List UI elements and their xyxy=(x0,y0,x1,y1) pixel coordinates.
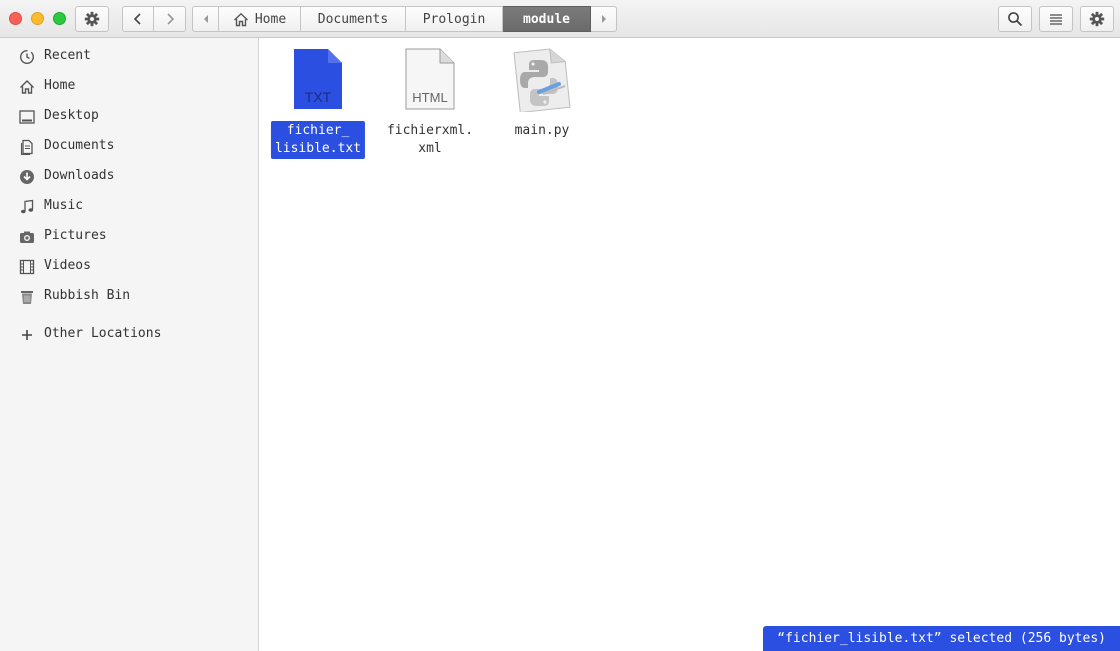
recent-icon xyxy=(19,49,35,65)
text-file-icon: TXT xyxy=(294,49,342,109)
sidebar-item-home[interactable]: Home xyxy=(0,72,258,102)
search-icon xyxy=(1008,12,1023,27)
file-item[interactable]: main.py xyxy=(492,48,592,158)
sidebar-item-label: Downloads xyxy=(44,168,115,183)
breadcrumb-module[interactable]: module xyxy=(503,6,591,32)
view-options-button[interactable] xyxy=(1039,6,1073,32)
sidebar-item-label: Documents xyxy=(44,138,115,153)
sidebar-item-label: Videos xyxy=(44,258,91,273)
film-icon xyxy=(19,259,35,275)
app-menu-button[interactable] xyxy=(75,6,109,32)
chevron-left-icon xyxy=(133,13,141,25)
sidebar-item-label: Home xyxy=(44,78,76,93)
music-icon xyxy=(21,199,34,214)
gear-icon xyxy=(84,11,100,27)
close-window-button[interactable] xyxy=(9,12,22,25)
sidebar-item-other-locations[interactable]: Other Locations xyxy=(0,320,258,350)
back-button[interactable] xyxy=(122,6,154,32)
sidebar-item-pictures[interactable]: Pictures xyxy=(0,222,258,252)
file-item[interactable]: TXT fichier_ lisible.txt xyxy=(268,48,368,159)
sidebar-item-label: Other Locations xyxy=(44,326,162,341)
camera-icon xyxy=(20,231,34,243)
sidebar-item-label: Recent xyxy=(44,48,91,63)
downloads-icon xyxy=(20,170,34,184)
sidebar-item-desktop[interactable]: Desktop xyxy=(0,102,258,132)
sidebar-item-label: Rubbish Bin xyxy=(44,288,131,303)
breadcrumb-home-label: Home xyxy=(254,11,287,27)
sidebar-item-label: Music xyxy=(44,198,84,213)
breadcrumb-prologin-label: Prologin xyxy=(422,11,486,27)
header-bar: Home Documents Prologin module xyxy=(0,0,1120,38)
trash-icon xyxy=(21,291,33,304)
plus-icon xyxy=(22,330,32,340)
file-name: fichier_ lisible.txt xyxy=(270,121,366,159)
settings-menu-button[interactable] xyxy=(1080,6,1114,32)
breadcrumb-home[interactable]: Home xyxy=(219,6,301,32)
documents-icon xyxy=(20,139,33,155)
file-name: main.py xyxy=(514,123,570,138)
triangle-right-icon xyxy=(601,15,606,23)
file-name: fichierxml. xml xyxy=(386,123,474,156)
file-type-badge: TXT xyxy=(305,89,332,105)
sidebar-item-music[interactable]: Music xyxy=(0,192,258,222)
file-view: TXT fichier_ lisible.txt HTML fichierxml… xyxy=(259,38,1120,651)
sidebar-item-rubbish-bin[interactable]: Rubbish Bin xyxy=(0,282,258,312)
search-button[interactable] xyxy=(998,6,1032,32)
sidebar-item-recent[interactable]: Recent xyxy=(0,42,258,72)
sidebar-item-downloads[interactable]: Downloads xyxy=(0,162,258,192)
sidebar-item-videos[interactable]: Videos xyxy=(0,252,258,282)
home-icon xyxy=(233,12,248,26)
breadcrumb-prologin[interactable]: Prologin xyxy=(406,6,503,32)
home-icon xyxy=(20,80,34,94)
forward-button[interactable] xyxy=(154,6,186,32)
breadcrumb-documents-label: Documents xyxy=(317,11,389,27)
triangle-left-icon xyxy=(203,15,208,23)
html-file-icon: HTML xyxy=(405,48,455,110)
breadcrumb-module-label: module xyxy=(523,11,570,27)
breadcrumb-documents[interactable]: Documents xyxy=(301,6,406,32)
maximize-window-button[interactable] xyxy=(53,12,66,25)
sidebar: Recent Home Desktop Documents Downloads xyxy=(0,38,259,651)
path-bar: Home Documents Prologin module xyxy=(192,6,617,32)
chevron-right-icon xyxy=(166,13,174,25)
sidebar-item-label: Pictures xyxy=(44,228,107,243)
minimize-window-button[interactable] xyxy=(31,12,44,25)
desktop-icon xyxy=(19,110,35,124)
selection-status: “fichier_lisible.txt” selected (256 byte… xyxy=(763,626,1120,651)
path-scroll-left-button[interactable] xyxy=(192,6,219,32)
history-navigation xyxy=(122,6,186,32)
gear-icon xyxy=(1089,11,1105,27)
python-file-icon xyxy=(513,48,571,112)
sidebar-item-documents[interactable]: Documents xyxy=(0,132,258,162)
file-item[interactable]: HTML fichierxml. xml xyxy=(380,48,480,158)
file-type-badge: HTML xyxy=(412,90,447,105)
list-icon xyxy=(1050,14,1062,25)
sidebar-item-label: Desktop xyxy=(44,108,99,123)
path-scroll-right-button[interactable] xyxy=(591,6,617,32)
